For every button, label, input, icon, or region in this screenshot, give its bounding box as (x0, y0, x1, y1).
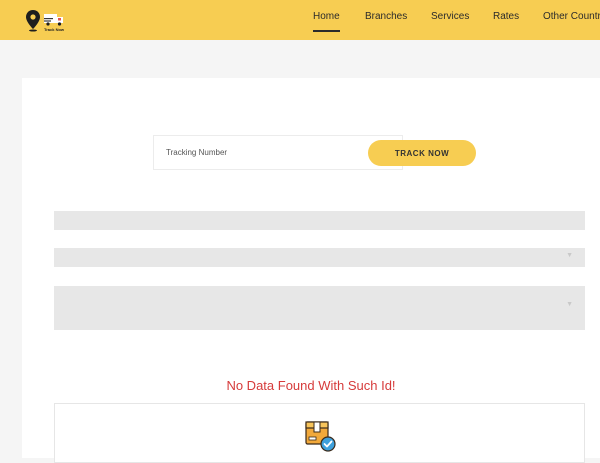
placeholder-bar (54, 211, 585, 230)
logo-text: Track Now (44, 27, 65, 32)
chevron-down-icon: ▼ (566, 252, 573, 259)
tracking-search-box (153, 135, 403, 170)
nav-other-countries[interactable]: Other Countries (543, 11, 600, 22)
collapsible-panel[interactable]: ▼ (54, 286, 585, 330)
tracking-number-input[interactable] (154, 136, 364, 169)
logo[interactable]: Track Now (24, 8, 74, 34)
package-check-icon (305, 421, 336, 452)
nav-services[interactable]: Services (431, 11, 469, 22)
tracking-card: TRACK NOW ▼ ▼ No Data Found With Such Id… (22, 78, 600, 463)
nav-rates[interactable]: Rates (493, 11, 519, 22)
no-data-message: No Data Found With Such Id! (226, 378, 396, 393)
result-panel (54, 403, 585, 463)
top-navbar: Track Now Home Branches Services Rates O… (0, 0, 600, 40)
main-nav: Home Branches Services Rates Other Count… (313, 0, 600, 40)
nav-home[interactable]: Home (313, 11, 340, 32)
track-now-button[interactable]: TRACK NOW (368, 140, 476, 166)
nav-branches[interactable]: Branches (365, 11, 407, 22)
collapsible-panel[interactable]: ▼ (54, 248, 585, 267)
chevron-down-icon: ▼ (566, 301, 573, 308)
